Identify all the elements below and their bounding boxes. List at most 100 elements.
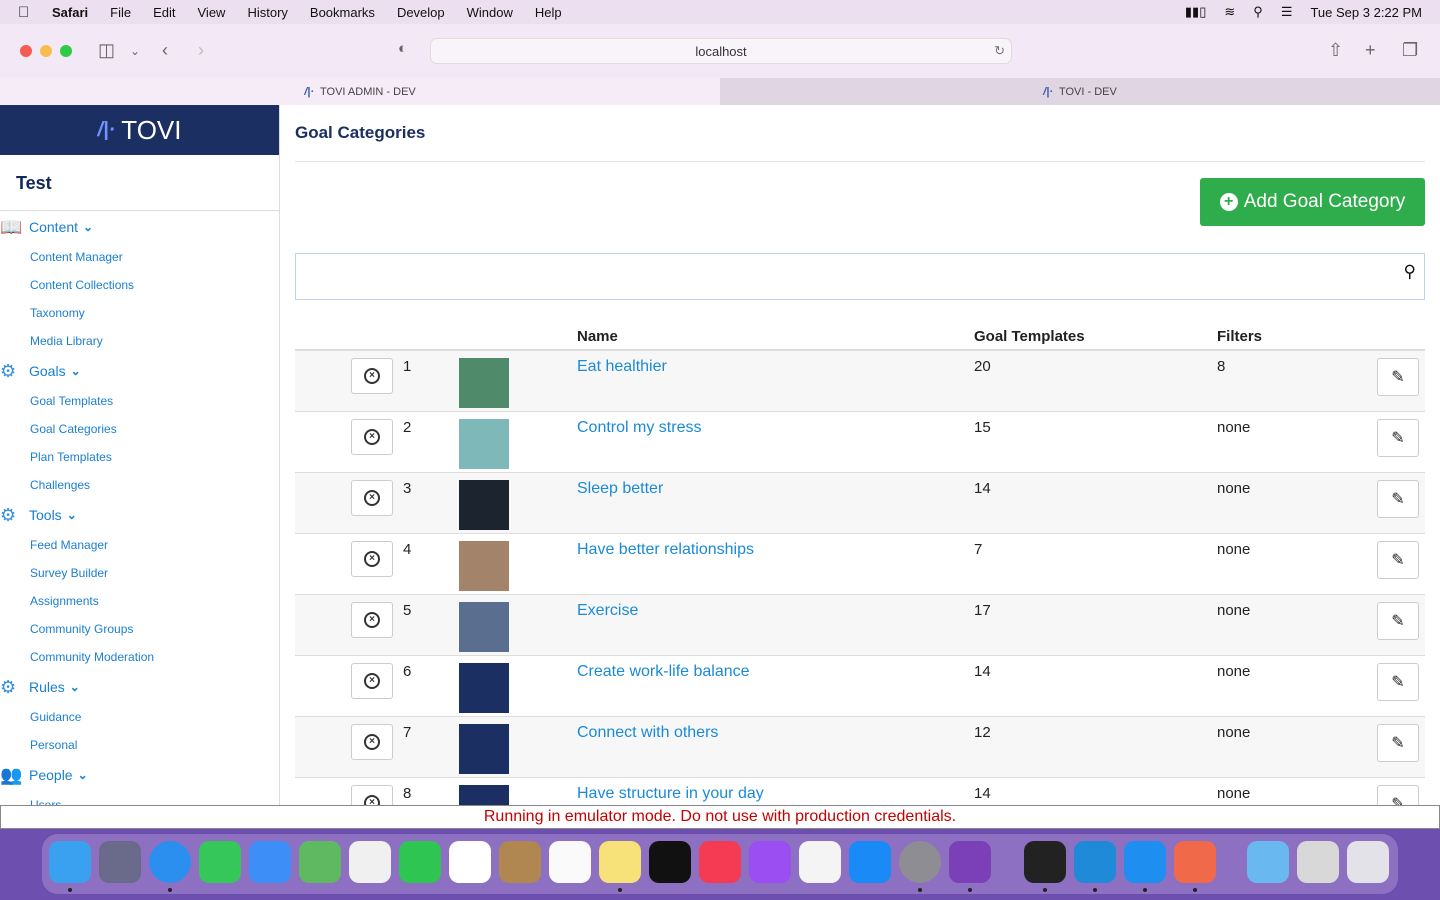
menu-help[interactable]: Help (535, 5, 562, 20)
sidebar-item-content-collections[interactable]: Content Collections (0, 271, 279, 299)
mail-icon[interactable] (249, 841, 291, 883)
menu-bookmarks[interactable]: Bookmarks (310, 5, 375, 20)
delete-button[interactable]: × (351, 601, 393, 638)
news-icon[interactable] (799, 841, 841, 883)
delete-button[interactable]: × (351, 418, 393, 455)
sidebar-item-community-moderation[interactable]: Community Moderation (0, 643, 279, 671)
menu-history[interactable]: History (247, 5, 287, 20)
menu-edit[interactable]: Edit (153, 5, 175, 20)
sidebar-item-assignments[interactable]: Assignments (0, 587, 279, 615)
sidebar-item-media-library[interactable]: Media Library (0, 327, 279, 355)
app-logo[interactable]: /|· TOVI (0, 105, 279, 155)
sidebar-item-survey-builder[interactable]: Survey Builder (0, 559, 279, 587)
share-icon[interactable]: ⇧ (1328, 40, 1343, 61)
sidebar-item-guidance[interactable]: Guidance (0, 703, 279, 731)
zoom-window-button[interactable] (60, 45, 72, 57)
category-name-link[interactable]: Have better relationships (577, 541, 754, 558)
category-name-link[interactable]: Have structure in your day (577, 785, 764, 802)
facetime-icon[interactable] (399, 841, 441, 883)
finder-icon[interactable] (49, 841, 91, 883)
docker-icon[interactable] (1124, 841, 1166, 883)
launchpad-icon[interactable] (99, 841, 141, 883)
category-name-link[interactable]: Create work-life balance (577, 663, 750, 680)
maps-icon[interactable] (299, 841, 341, 883)
edit-button[interactable]: ✎ (1377, 358, 1419, 396)
github-desktop-icon[interactable] (949, 841, 991, 883)
sidebar-item-feed-manager[interactable]: Feed Manager (0, 531, 279, 559)
messages-icon[interactable] (199, 841, 241, 883)
shield-icon[interactable]: ◐ (398, 40, 407, 57)
app-store-icon[interactable] (849, 841, 891, 883)
notes-icon[interactable] (599, 841, 641, 883)
sidebar-item-goal-templates[interactable]: Goal Templates (0, 387, 279, 415)
music-icon[interactable] (699, 841, 741, 883)
delete-button[interactable]: × (351, 784, 393, 805)
category-name-link[interactable]: Sleep better (577, 480, 663, 497)
system-settings-icon[interactable] (899, 841, 941, 883)
menu-file[interactable]: File (110, 5, 131, 20)
close-window-button[interactable] (20, 45, 32, 57)
delete-button[interactable]: × (351, 723, 393, 760)
menu-view[interactable]: View (198, 5, 226, 20)
sidebar-item-users[interactable]: Users (0, 791, 279, 805)
category-name-link[interactable]: Exercise (577, 602, 638, 619)
edit-button[interactable]: ✎ (1377, 784, 1419, 805)
edit-button[interactable]: ✎ (1377, 479, 1419, 518)
vscode-icon[interactable] (1074, 841, 1116, 883)
sidebar-toggle-icon[interactable]: ◫ (98, 40, 115, 61)
reminders-icon[interactable] (549, 841, 591, 883)
battery-icon[interactable]: ▮▮▯ (1185, 4, 1206, 20)
wifi-icon[interactable]: ≋ (1224, 4, 1235, 20)
search-icon[interactable]: ⚲ (1404, 262, 1416, 282)
category-name-link[interactable]: Control my stress (577, 419, 701, 436)
chevron-down-icon[interactable]: ⌄ (130, 44, 140, 58)
back-icon[interactable]: ‹ (162, 40, 168, 61)
sidebar-item-community-groups[interactable]: Community Groups (0, 615, 279, 643)
calendar-icon[interactable] (449, 841, 491, 883)
apple-icon[interactable]:  (18, 4, 34, 21)
new-tab-icon[interactable]: + (1365, 40, 1376, 61)
sidebar-item-plan-templates[interactable]: Plan Templates (0, 443, 279, 471)
sidebar-item-goal-categories[interactable]: Goal Categories (0, 415, 279, 443)
category-name-link[interactable]: Connect with others (577, 724, 718, 741)
sidebar-section-tools[interactable]: ⚙ Tools ⌄ (0, 499, 279, 531)
contacts-icon[interactable] (499, 841, 541, 883)
firebase-icon[interactable] (1174, 841, 1216, 883)
folder-icon[interactable] (1247, 841, 1289, 883)
tab-tovi-admin[interactable]: /|· TOVI ADMIN - DEV (0, 78, 720, 105)
forward-icon[interactable]: › (198, 40, 204, 61)
edit-button[interactable]: ✎ (1377, 540, 1419, 579)
delete-button[interactable]: × (351, 662, 393, 699)
edit-button[interactable]: ✎ (1377, 601, 1419, 640)
reload-icon[interactable]: ↻ (994, 43, 1005, 59)
sidebar-item-challenges[interactable]: Challenges (0, 471, 279, 499)
edit-button[interactable]: ✎ (1377, 418, 1419, 457)
sidebar-section-content[interactable]: 📖 Content ⌄ (0, 211, 279, 243)
search-icon[interactable]: ⚲ (1253, 4, 1263, 20)
edit-button[interactable]: ✎ (1377, 723, 1419, 762)
menu-clock[interactable]: Tue Sep 3 2:22 PM (1310, 5, 1422, 20)
address-bar[interactable]: localhost ↻ (430, 38, 1012, 64)
col-header-name[interactable]: Name (577, 323, 974, 351)
sidebar-section-goals[interactable]: ⚙ Goals ⌄ (0, 355, 279, 387)
menu-develop[interactable]: Develop (397, 5, 445, 20)
delete-button[interactable]: × (351, 540, 393, 577)
tab-overview-icon[interactable]: ❐ (1402, 40, 1418, 61)
sidebar-item-content-manager[interactable]: Content Manager (0, 243, 279, 271)
tab-tovi[interactable]: /|· TOVI - DEV (720, 78, 1440, 105)
sidebar-item-personal[interactable]: Personal (0, 731, 279, 759)
trash-icon[interactable] (1347, 841, 1389, 883)
minimize-window-button[interactable] (40, 45, 52, 57)
preview-icon[interactable] (1297, 841, 1339, 883)
control-center-icon[interactable]: ☰ (1281, 4, 1293, 20)
edit-button[interactable]: ✎ (1377, 662, 1419, 701)
sidebar-section-rules[interactable]: ⚙ Rules ⌄ (0, 671, 279, 703)
sidebar-section-people[interactable]: 👥 People ⌄ (0, 759, 279, 791)
search-input[interactable]: ⚲ (295, 253, 1425, 300)
menu-window[interactable]: Window (467, 5, 513, 20)
safari-icon[interactable] (149, 841, 191, 883)
terminal-icon[interactable] (1024, 841, 1066, 883)
menu-app-name[interactable]: Safari (52, 5, 88, 20)
add-goal-category-button[interactable]: + Add Goal Category (1200, 178, 1425, 226)
col-header-filters[interactable]: Filters (1217, 323, 1377, 351)
